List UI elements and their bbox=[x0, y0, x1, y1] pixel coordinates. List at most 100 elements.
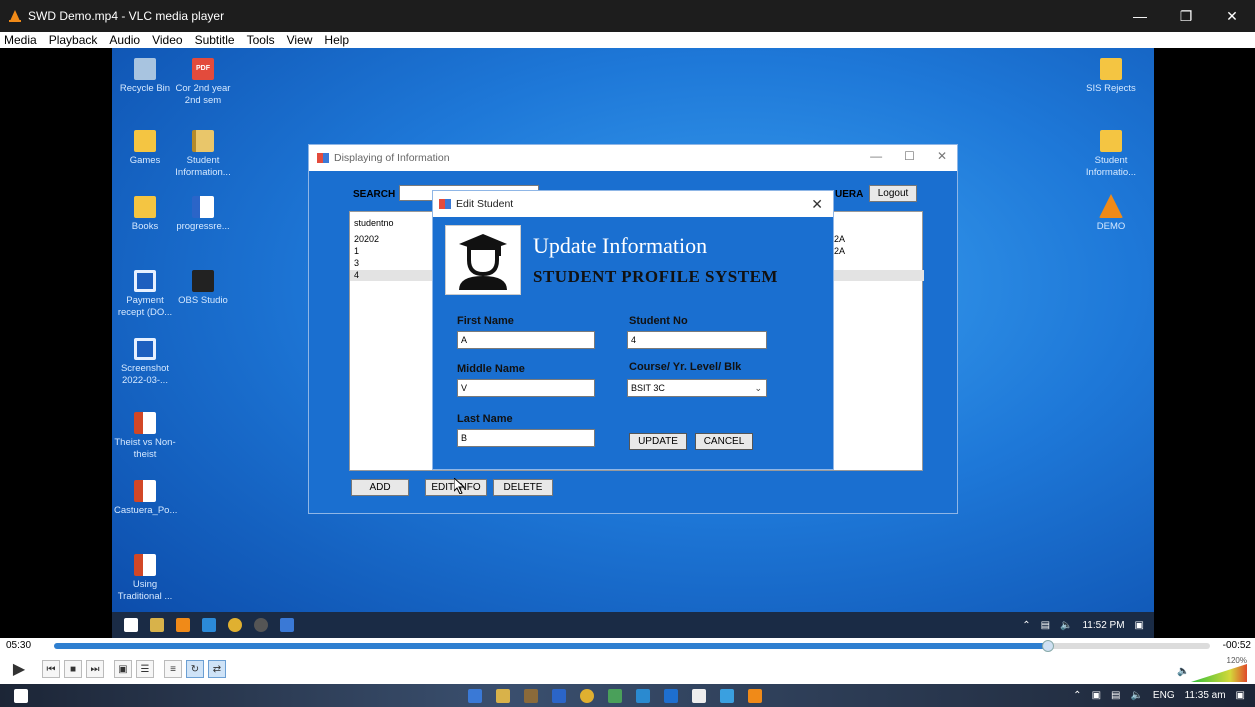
zip-folder-icon bbox=[192, 130, 214, 152]
vlc-cone-icon bbox=[9, 10, 21, 22]
restore-button[interactable]: ❐ bbox=[1163, 0, 1209, 32]
windows-start-icon[interactable] bbox=[14, 688, 28, 703]
vlc-cone-icon bbox=[1099, 194, 1123, 218]
taskbar-app-icon[interactable] bbox=[720, 688, 734, 703]
student-avatar-icon bbox=[445, 225, 521, 295]
tray-volume-icon[interactable]: 🔈 bbox=[1130, 690, 1142, 701]
notification-icon: ▣ bbox=[1134, 619, 1144, 631]
last-name-field[interactable]: B bbox=[457, 429, 595, 447]
powerpoint-icon bbox=[134, 554, 156, 576]
fullscreen-button[interactable]: ▣ bbox=[114, 660, 132, 678]
notification-icon[interactable]: ▣ bbox=[1236, 690, 1245, 701]
tray-network-icon[interactable]: ▤ bbox=[1111, 690, 1120, 701]
chrome-icon[interactable] bbox=[580, 688, 594, 703]
desktop-icon-theist: Theist vs Non-theist bbox=[114, 412, 176, 461]
folder-icon bbox=[1100, 58, 1122, 80]
desktop-icon-games: Games bbox=[114, 130, 176, 167]
image-icon bbox=[134, 270, 156, 292]
vlc-cone-icon bbox=[176, 618, 190, 632]
volume-bar-icon bbox=[1191, 664, 1247, 682]
menu-subtitle[interactable]: Subtitle bbox=[195, 33, 235, 47]
menu-bar: Media Playback Audio Video Subtitle Tool… bbox=[0, 32, 1255, 48]
taskbar-app-icon[interactable] bbox=[692, 688, 706, 703]
speaker-icon: 🔈 bbox=[1177, 666, 1190, 677]
play-button[interactable]: ▶ bbox=[10, 660, 28, 678]
menu-view[interactable]: View bbox=[287, 33, 313, 47]
cancel-button[interactable]: CANCEL bbox=[695, 433, 753, 450]
time-remaining: -00:52 bbox=[1222, 640, 1251, 651]
previous-button[interactable]: ⏮ bbox=[42, 660, 60, 678]
window-title: SWD Demo.mp4 - VLC media player bbox=[28, 9, 225, 23]
menu-video[interactable]: Video bbox=[152, 33, 182, 47]
update-button[interactable]: UPDATE bbox=[629, 433, 687, 450]
desktop-icon-student-informatio: Student Informatio... bbox=[1080, 130, 1142, 179]
seek-slider[interactable] bbox=[54, 640, 1210, 652]
powerpoint-icon bbox=[134, 480, 156, 502]
host-taskbar: ⌃ ▣ ▤ 🔈 ENG 11:35 am ▣ bbox=[0, 684, 1255, 707]
minimize-button[interactable]: — bbox=[870, 149, 882, 163]
maximize-button[interactable]: ☐ bbox=[904, 149, 915, 163]
tray-volume-icon: 🔈 bbox=[1060, 619, 1073, 631]
volume-slider[interactable]: 🔈 120% bbox=[1177, 656, 1247, 682]
time-elapsed: 05:30 bbox=[6, 640, 32, 651]
last-name-label: Last Name bbox=[457, 413, 513, 425]
desktop-icon-progressre: progressre... bbox=[172, 196, 234, 233]
taskbar-app-icon[interactable] bbox=[608, 688, 622, 703]
vscode-icon bbox=[202, 618, 216, 632]
close-button[interactable]: ✕ bbox=[1209, 0, 1255, 32]
logout-button[interactable]: Logout bbox=[869, 185, 917, 202]
minimize-button[interactable]: — bbox=[1117, 0, 1163, 32]
stop-button[interactable]: ■ bbox=[64, 660, 82, 678]
tray-language[interactable]: ENG bbox=[1153, 690, 1175, 701]
video-area[interactable]: Recycle Bin PDF Cor 2nd year 2nd sem Game… bbox=[0, 48, 1255, 638]
student-no-field[interactable]: 4 bbox=[627, 331, 767, 349]
vlc-cone-icon[interactable] bbox=[748, 688, 762, 703]
tray-chevron-icon[interactable]: ⌃ bbox=[1073, 690, 1081, 701]
mouse-cursor-icon bbox=[454, 478, 466, 494]
seek-handle[interactable] bbox=[1042, 640, 1055, 652]
delete-button[interactable]: DELETE bbox=[493, 479, 553, 496]
video-taskbar: ⌃ ▤ 🔈 11:52 PM ▣ bbox=[112, 612, 1154, 638]
first-name-field[interactable]: A bbox=[457, 331, 595, 349]
search-label: SEARCH bbox=[353, 189, 396, 200]
middle-name-field[interactable]: V bbox=[457, 379, 595, 397]
grid-cell: 2A bbox=[834, 234, 846, 244]
playlist-button[interactable]: ≡ bbox=[164, 660, 182, 678]
shuffle-button[interactable]: ⇄ bbox=[208, 660, 226, 678]
menu-audio[interactable]: Audio bbox=[109, 33, 140, 47]
loop-button[interactable]: ↻ bbox=[186, 660, 204, 678]
desktop-icon-books: Books bbox=[114, 196, 176, 233]
taskbar-app-icon[interactable] bbox=[524, 688, 538, 703]
menu-tools[interactable]: Tools bbox=[247, 33, 275, 47]
taskbar-app-icon[interactable] bbox=[664, 688, 678, 703]
add-button[interactable]: ADD bbox=[351, 479, 409, 496]
tray-time[interactable]: 11:35 am bbox=[1185, 690, 1226, 701]
course-select[interactable]: BSIT 3C ⌄ bbox=[627, 379, 767, 397]
seek-fill bbox=[54, 643, 1049, 649]
obs-icon bbox=[192, 270, 214, 292]
desktop-icon-payment: Payment recept (DO... bbox=[114, 270, 176, 319]
word-icon[interactable] bbox=[552, 688, 566, 703]
taskbar-app-icon[interactable] bbox=[468, 688, 482, 703]
video-desktop: Recycle Bin PDF Cor 2nd year 2nd sem Game… bbox=[112, 48, 1154, 638]
tray-app-icon[interactable]: ▣ bbox=[1092, 690, 1101, 701]
edit-dialog-titlebar: Edit Student ✕ bbox=[433, 191, 833, 217]
file-explorer-icon bbox=[150, 618, 164, 632]
close-button[interactable]: ✕ bbox=[937, 149, 947, 163]
file-explorer-icon[interactable] bbox=[496, 688, 510, 703]
seek-row: 05:30 -00:52 bbox=[0, 638, 1255, 654]
extended-settings-button[interactable]: ☰ bbox=[136, 660, 154, 678]
taskbar-app-icon[interactable] bbox=[636, 688, 650, 703]
menu-playback[interactable]: Playback bbox=[49, 33, 98, 47]
chrome-icon bbox=[228, 618, 242, 632]
vlc-titlebar: SWD Demo.mp4 - VLC media player — ❐ ✕ bbox=[0, 0, 1255, 32]
menu-help[interactable]: Help bbox=[324, 33, 349, 47]
next-button[interactable]: ⏭ bbox=[86, 660, 104, 678]
menu-media[interactable]: Media bbox=[4, 33, 37, 47]
close-icon[interactable]: ✕ bbox=[811, 196, 823, 213]
edit-student-dialog: Edit Student ✕ Update Information STUDEN… bbox=[432, 190, 834, 470]
word-doc-icon bbox=[192, 196, 214, 218]
dialog-heading: Update Information bbox=[533, 233, 708, 258]
info-window-titlebar: Displaying of Information — ☐ ✕ bbox=[309, 145, 957, 171]
volume-label: 120% bbox=[1226, 656, 1247, 665]
